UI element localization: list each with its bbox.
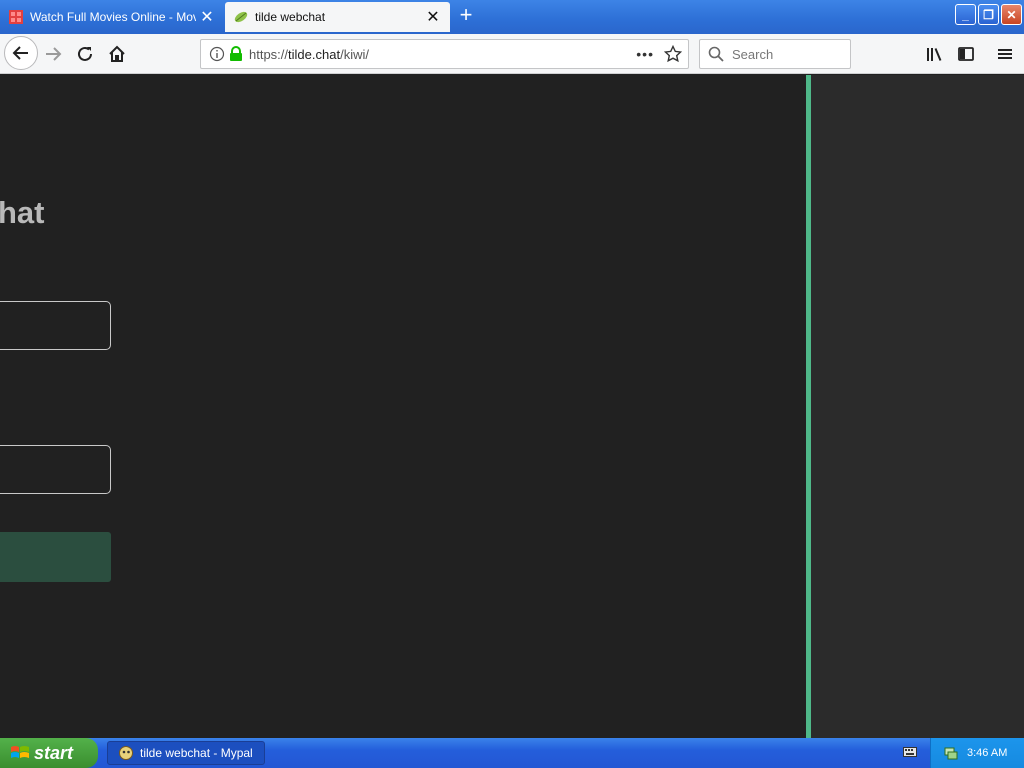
menu-button[interactable] [989,38,1021,70]
start-label: start [34,742,74,763]
browser-window: Watch Full Movies Online - MovieO ✕ tild… [0,0,1024,768]
new-tab-button[interactable]: + [454,4,478,28]
library-icon [927,48,942,61]
info-icon[interactable] [209,46,225,62]
arrow-left-icon [12,46,28,60]
minimize-button[interactable]: _ [955,4,976,25]
url-prefix: https:// [249,46,289,62]
window-controls: _ ❐ ✕ [955,4,1022,25]
back-button[interactable] [4,36,38,70]
keyboard-icon[interactable] [903,746,917,758]
page-title: hat [0,195,45,230]
start-button[interactable]: start [0,738,98,768]
tab-title: Watch Full Movies Online - MovieO [30,10,196,24]
side-panel [811,75,1024,738]
tab-movies[interactable]: Watch Full Movies Online - MovieO ✕ [0,2,224,32]
taskbar-item-mypal[interactable]: tilde webchat - Mypal [107,741,265,765]
restore-button[interactable]: ❐ [978,4,999,25]
reload-button[interactable] [69,38,101,70]
movie-favicon-icon [9,10,23,24]
hamburger-menu-icon [998,49,1012,59]
url-path: /kiwi/ [340,46,369,62]
clock[interactable]: 3:46 AM [967,747,1007,759]
search-icon [708,46,724,62]
network-icon[interactable] [943,745,959,761]
system-tray: 3:46 AM [930,738,1024,768]
url-host: tilde.chat [288,46,341,62]
taskbar-item-label: tilde webchat - Mypal [140,746,253,760]
taskbar: start tilde webchat - Mypal 3:46 AM [0,738,1024,768]
home-button[interactable] [101,38,133,70]
sidebar-toggle-button[interactable] [950,38,982,70]
address-bar[interactable]: https://tilde.chat/kiwi/ ••• [200,39,689,69]
navigation-toolbar: https://tilde.chat/kiwi/ ••• Search [0,34,1024,74]
search-box[interactable]: Search [699,39,851,69]
windows-flag-icon [11,746,29,758]
page-actions-icon[interactable]: ••• [636,46,654,62]
close-tab-icon[interactable]: ✕ [196,6,218,28]
close-window-button[interactable]: ✕ [1001,4,1022,25]
star-bookmark-icon[interactable] [664,45,682,63]
library-button[interactable] [918,38,950,70]
search-placeholder: Search [732,46,774,62]
channel-input[interactable] [0,445,111,494]
reload-icon [78,46,92,61]
lock-icon[interactable] [229,46,243,62]
start-button[interactable] [0,532,111,582]
home-icon [109,45,125,62]
close-tab-icon[interactable]: ✕ [422,6,444,28]
tab-strip: Watch Full Movies Online - MovieO ✕ tild… [0,0,1024,34]
mypal-app-icon [119,746,133,760]
forward-button[interactable] [37,38,69,70]
kiwi-leaf-icon [234,11,248,23]
tab-title: tilde webchat [255,10,326,24]
arrow-right-icon [46,47,62,61]
page-content: hat [0,75,1024,738]
nickname-input[interactable] [0,301,111,350]
url-text[interactable]: https://tilde.chat/kiwi/ [249,47,369,62]
sidebar-icon [958,47,974,61]
tab-tilde-webchat[interactable]: tilde webchat ✕ [225,2,450,32]
